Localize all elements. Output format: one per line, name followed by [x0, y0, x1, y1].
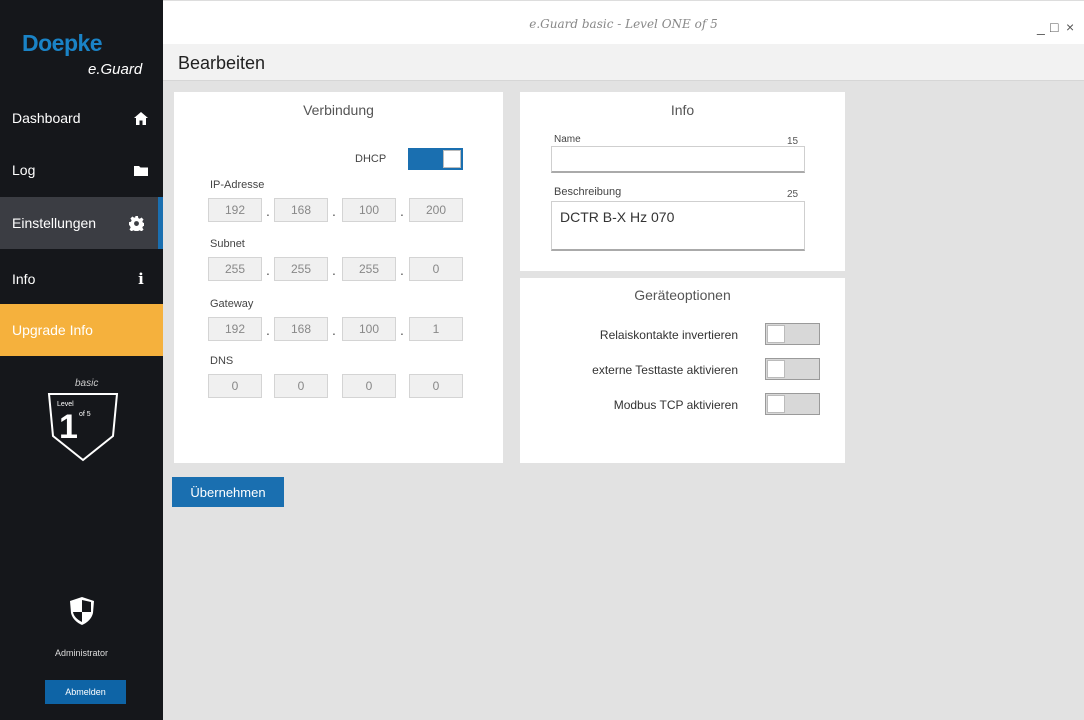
name-input[interactable]	[551, 146, 805, 173]
toggle-knob	[767, 395, 785, 413]
info-icon: i	[138, 270, 144, 288]
ip-octet-4[interactable]: 200	[409, 198, 463, 222]
dns-octet-1[interactable]: 0	[208, 374, 262, 398]
level-badge-icon: Level 1 of 5	[47, 393, 119, 462]
gateway-octet-2[interactable]: 168	[274, 317, 328, 341]
sidebar-item-label: Log	[12, 162, 36, 178]
brand-name: Doepke	[22, 30, 103, 56]
close-button[interactable]: ×	[1066, 19, 1074, 35]
ip-separator: .	[266, 203, 270, 219]
dns-octet-4[interactable]: 0	[409, 374, 463, 398]
gear-icon	[128, 215, 144, 231]
sidebar-item-label: Upgrade Info	[12, 322, 93, 338]
sidebar-item-einstellungen[interactable]: Einstellungen	[0, 197, 163, 249]
info-panel-title: Info	[670, 102, 695, 118]
apply-button[interactable]: Übernehmen	[172, 477, 284, 507]
sidebar-item-label: Dashboard	[12, 110, 81, 126]
description-label: Beschreibung	[554, 186, 622, 198]
name-label: Name	[554, 134, 581, 145]
maximize-button[interactable]: □	[1050, 19, 1058, 35]
ip-octet-1[interactable]: 192	[208, 198, 262, 222]
dns-octet-2[interactable]: 0	[274, 374, 328, 398]
subnet-octet-2[interactable]: 255	[274, 257, 328, 281]
subnet-label: Subnet	[210, 238, 245, 250]
subnet-octet-4[interactable]: 0	[409, 257, 463, 281]
sidebar: Doepke e.Guard Dashboard Log Einstellung…	[0, 0, 163, 720]
ip-separator: .	[266, 262, 270, 278]
subnet-octet-3[interactable]: 255	[342, 257, 396, 281]
doepke-logo: Doepke e.Guard	[0, 8, 163, 98]
page-header: Bearbeiten	[163, 44, 1084, 81]
ip-address-label: IP-Adresse	[210, 179, 265, 191]
ip-octet-3[interactable]: 100	[342, 198, 396, 222]
sidebar-item-log[interactable]: Log	[0, 144, 163, 196]
sidebar-item-dashboard[interactable]: Dashboard	[0, 92, 163, 144]
home-icon	[133, 110, 149, 126]
administrator-shield-icon	[70, 597, 94, 625]
gateway-label: Gateway	[210, 298, 254, 310]
connection-panel-title: Verbindung	[303, 102, 374, 118]
ip-octet-2[interactable]: 168	[274, 198, 328, 222]
toggle-knob	[767, 325, 785, 343]
info-panel: Info Name 15 Beschreibung 25 DCTR B-X Hz…	[520, 92, 845, 271]
option-label-testtaste: externe Testtaste aktivieren	[592, 363, 738, 377]
device-options-panel: Geräteoptionen Relaiskontakte invertiere…	[520, 278, 845, 463]
gateway-octet-1[interactable]: 192	[208, 317, 262, 341]
ip-separator: .	[266, 322, 270, 338]
sidebar-item-upgrade-info[interactable]: Upgrade Info	[0, 304, 163, 356]
option-label-relais: Relaiskontakte invertieren	[599, 328, 738, 342]
ip-separator: .	[332, 322, 336, 338]
external-test-button-toggle[interactable]	[765, 358, 820, 380]
description-input[interactable]: DCTR B-X Hz 070	[551, 201, 805, 251]
page-title: Bearbeiten	[178, 53, 266, 73]
level-number: 1	[59, 408, 78, 446]
sidebar-item-info[interactable]: Info i	[0, 253, 163, 305]
toggle-knob	[767, 360, 785, 378]
modbus-tcp-toggle[interactable]	[765, 393, 820, 415]
level-word: Level	[57, 401, 74, 408]
window-title: e.Guard basic - Level ONE of 5	[529, 17, 718, 31]
device-options-panel-title: Geräteoptionen	[634, 287, 731, 303]
subnet-octet-1[interactable]: 255	[208, 257, 262, 281]
folder-icon	[133, 162, 149, 178]
dns-label: DNS	[210, 355, 234, 367]
connection-panel: Verbindung DHCP IP-Adresse 192 . 168 . 1…	[174, 92, 503, 463]
ip-separator: .	[332, 203, 336, 219]
ip-separator: .	[400, 203, 404, 219]
sidebar-item-label: Info	[12, 271, 36, 287]
toggle-knob	[443, 150, 461, 168]
user-name: Administrator	[54, 648, 108, 658]
window-titlebar: e.Guard basic - Level ONE of 5 _ □ ×	[163, 0, 1084, 45]
relais-invert-toggle[interactable]	[765, 323, 820, 345]
dhcp-toggle[interactable]	[408, 148, 463, 170]
dns-octet-3[interactable]: 0	[342, 374, 396, 398]
ip-separator: .	[400, 262, 404, 278]
level-of: of 5	[79, 411, 91, 418]
ip-separator: .	[400, 322, 404, 338]
gateway-octet-3[interactable]: 100	[342, 317, 396, 341]
minimize-button[interactable]: _	[1037, 19, 1045, 35]
dhcp-label: DHCP	[355, 153, 387, 165]
logout-button[interactable]: Abmelden	[45, 680, 126, 704]
ip-separator: .	[332, 262, 336, 278]
gateway-octet-4[interactable]: 1	[409, 317, 463, 341]
option-label-modbus: Modbus TCP aktivieren	[613, 398, 738, 412]
description-char-counter: 25	[787, 189, 799, 200]
sidebar-item-label: Einstellungen	[12, 215, 97, 231]
brand-product: e.Guard	[88, 61, 143, 78]
